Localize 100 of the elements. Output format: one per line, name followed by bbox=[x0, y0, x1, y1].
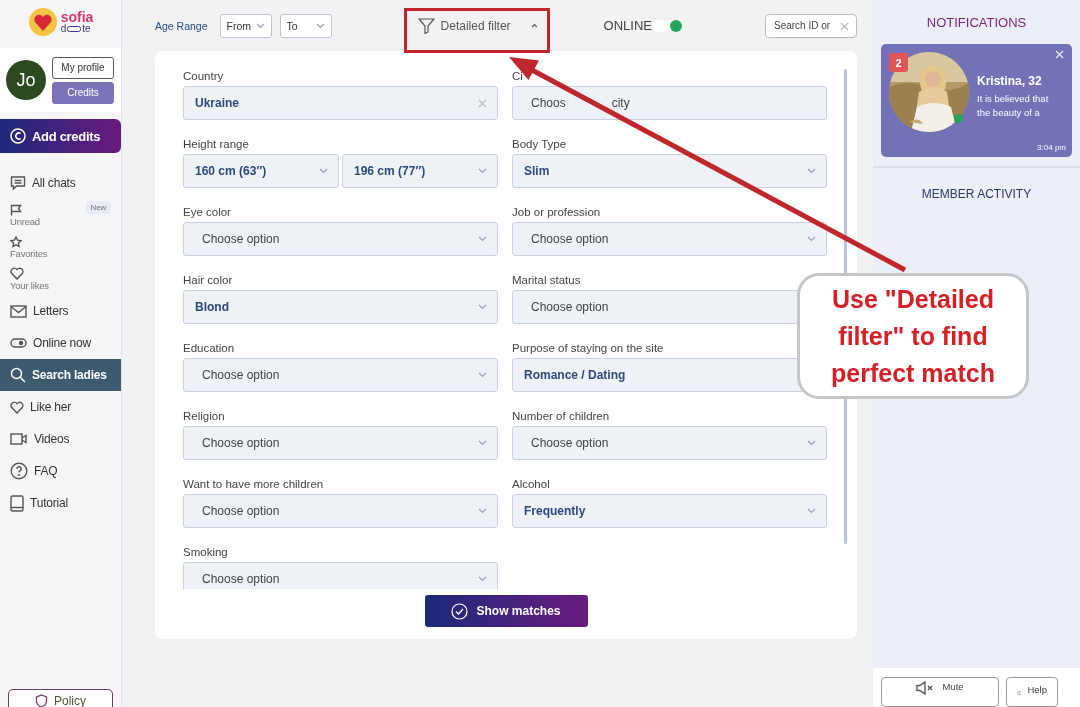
nav-item[interactable]: Search ladies bbox=[0, 359, 121, 391]
nav-item[interactable]: Your likes bbox=[0, 263, 121, 295]
nav-item[interactable]: Online now bbox=[0, 327, 121, 359]
field-label: Smoking bbox=[183, 546, 228, 560]
logo-bar-icon bbox=[67, 26, 82, 32]
message-preview: It is believed that the beauty of a bbox=[977, 92, 1050, 120]
field-label: Education bbox=[183, 342, 235, 356]
field-label: Marital status bbox=[512, 274, 581, 288]
select-field[interactable]: Choose option bbox=[183, 426, 498, 460]
flag-icon bbox=[10, 203, 22, 216]
toggle-icon bbox=[10, 338, 27, 348]
close-icon[interactable] bbox=[1055, 50, 1064, 59]
search-icon bbox=[10, 367, 26, 383]
chevron-icon bbox=[807, 508, 816, 514]
input-field[interactable]: Choos city bbox=[512, 86, 827, 120]
field-label: Purpose of staying on the site bbox=[512, 342, 664, 356]
message-time: 3:04 pm bbox=[1037, 143, 1066, 152]
chevron-icon bbox=[478, 236, 487, 242]
show-matches-button[interactable]: Show matches bbox=[424, 595, 588, 627]
nav-item[interactable]: Tutorial bbox=[0, 487, 121, 519]
field-label: Alcohol bbox=[512, 478, 550, 492]
heart-icon bbox=[10, 267, 24, 280]
nav-item[interactable]: Like her bbox=[0, 391, 121, 423]
chevron-icon bbox=[255, 22, 265, 29]
chevron-icon bbox=[478, 440, 487, 446]
select-field[interactable]: Choose option bbox=[512, 222, 827, 256]
logo-text: d bbox=[60, 24, 67, 34]
field-label: Country bbox=[183, 70, 224, 84]
nav-item[interactable]: FAQ bbox=[0, 455, 121, 487]
select-field[interactable]: Choose option bbox=[183, 494, 498, 528]
online-toggle[interactable] bbox=[652, 19, 682, 32]
book-icon bbox=[10, 494, 24, 512]
chevron-icon bbox=[478, 576, 487, 582]
select-field[interactable]: Frequently bbox=[512, 494, 827, 528]
policy-button[interactable]: Policy bbox=[8, 689, 113, 707]
heart-icon bbox=[10, 400, 24, 414]
chevron-icon bbox=[478, 372, 487, 378]
select-field[interactable]: Choose option bbox=[183, 222, 498, 256]
select-field[interactable]: 196 cm (77″) bbox=[342, 154, 498, 188]
chevron-icon bbox=[315, 22, 325, 29]
nav-item[interactable]: Favorites bbox=[0, 231, 121, 263]
select-field[interactable]: Ukraine bbox=[183, 86, 498, 120]
online-label: ONLINE bbox=[603, 18, 652, 33]
search-field[interactable]: Search ID or bbox=[765, 13, 857, 38]
nav-item[interactable]: Letters bbox=[0, 295, 121, 327]
member-activity-title: MEMBER ACTIVITY bbox=[920, 187, 1033, 201]
callout-tooltip: Use "Detailed filter" to find perfect match bbox=[797, 273, 1029, 399]
filter-icon bbox=[417, 17, 435, 34]
select-field[interactable]: Blond bbox=[183, 290, 498, 324]
avatar[interactable]: Jo bbox=[6, 60, 46, 100]
shield-icon bbox=[35, 694, 48, 707]
field-label: Religion bbox=[183, 410, 225, 424]
chevron-icon bbox=[807, 168, 816, 174]
chevron-icon bbox=[478, 508, 487, 514]
logo-text: te bbox=[82, 24, 91, 34]
sender-name: Kristina, 32 bbox=[977, 74, 1043, 88]
logo-text: sofia bbox=[60, 10, 94, 24]
mute-button[interactable]: Mute bbox=[881, 677, 999, 707]
coin-icon bbox=[10, 128, 26, 144]
age-to-select[interactable]: To bbox=[279, 13, 332, 38]
chat-icon bbox=[10, 175, 26, 191]
nav-item[interactable]: Videos bbox=[0, 423, 121, 455]
field-label: Height range bbox=[183, 138, 249, 152]
check-circle-icon bbox=[451, 602, 469, 620]
my-profile-button[interactable]: My profile bbox=[52, 56, 114, 79]
nav-item[interactable]: All chats bbox=[0, 167, 121, 199]
chevron-icon bbox=[807, 440, 816, 446]
notifications-title: NOTIFICATIONS bbox=[925, 15, 1028, 30]
help-button[interactable]: Help bbox=[1006, 677, 1058, 707]
select-field[interactable]: Choose option bbox=[183, 562, 498, 589]
field-label: Number of children bbox=[512, 410, 610, 424]
video-camera-icon bbox=[10, 433, 28, 445]
chevron-icon bbox=[807, 236, 816, 242]
field-label: Hair color bbox=[183, 274, 233, 288]
field-label: Want to have more children bbox=[183, 478, 324, 492]
heart-logo-icon bbox=[27, 7, 58, 37]
new-badge: New bbox=[85, 201, 111, 214]
select-field[interactable]: Choose option bbox=[183, 358, 498, 392]
field-label: Ci bbox=[512, 70, 523, 84]
detailed-filter-button[interactable]: Detailed filter bbox=[409, 10, 546, 41]
age-from-select[interactable]: From bbox=[219, 13, 272, 38]
select-field[interactable]: Choose option bbox=[512, 426, 827, 460]
age-range-label: Age Range bbox=[155, 19, 208, 32]
add-credits-button[interactable]: Add credits bbox=[0, 119, 121, 153]
nav-item[interactable]: Unread New bbox=[0, 199, 121, 231]
credits-button[interactable]: Credits bbox=[52, 81, 114, 104]
field-label: Job or profession bbox=[512, 206, 601, 220]
select-field[interactable]: Slim bbox=[512, 154, 827, 188]
notification-card[interactable]: 2 Kristina, 32 It is believed that the beauty of a 3:04 pm bbox=[881, 44, 1072, 157]
field-label: Body Type bbox=[512, 138, 567, 152]
field-label: Eye color bbox=[183, 206, 231, 220]
clear-icon[interactable] bbox=[840, 21, 849, 31]
chevron-icon bbox=[319, 168, 328, 174]
caret-icon bbox=[530, 23, 538, 28]
chevron-icon bbox=[478, 168, 487, 174]
chevron-icon bbox=[478, 304, 487, 310]
count-badge: 2 bbox=[889, 53, 908, 72]
select-field[interactable]: 160 cm (63″) bbox=[183, 154, 339, 188]
star-icon bbox=[10, 235, 22, 248]
envelope-icon bbox=[10, 304, 27, 318]
